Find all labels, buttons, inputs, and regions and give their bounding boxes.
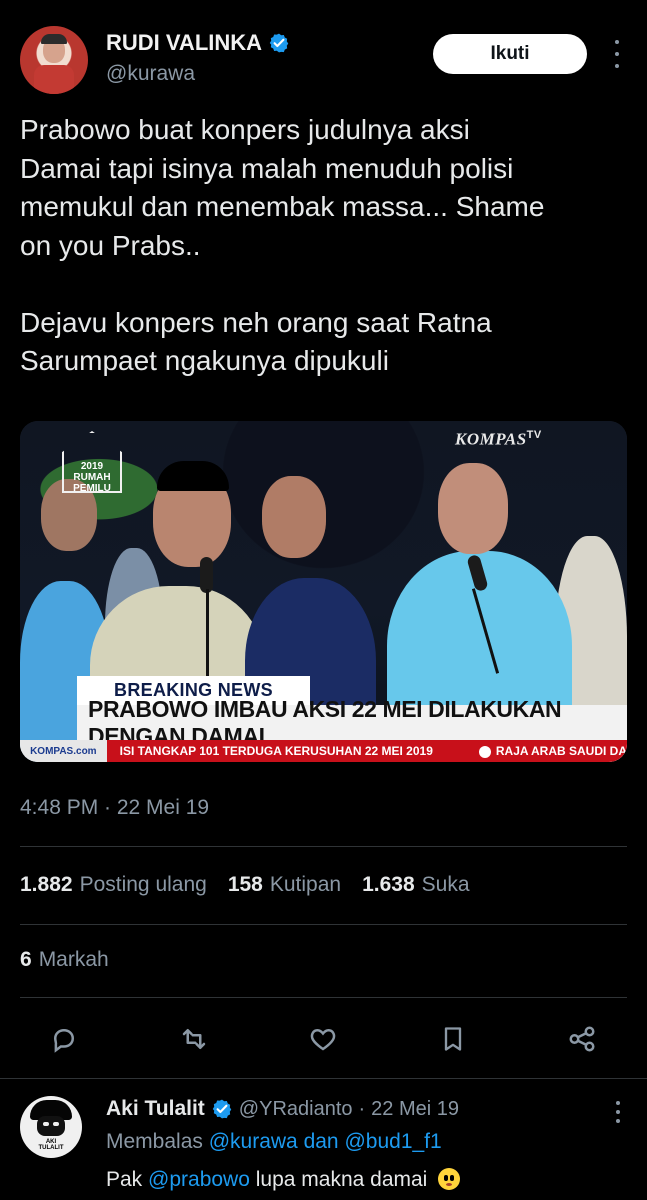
reply-author-name[interactable]: Aki Tulalit: [106, 1097, 205, 1121]
reply-text: Pak @prabowo lupa makna damai: [106, 1168, 461, 1192]
divider: [0, 1078, 647, 1079]
retweet-icon[interactable]: [177, 1022, 211, 1056]
avatar-text-line2: TULALIT: [38, 1145, 64, 1151]
avatar-head: [37, 1116, 65, 1136]
reply-header: Aki Tulalit @YRadianto · 22 Mei 19: [106, 1097, 459, 1121]
avatar-eye: [43, 1122, 49, 1126]
tweet-text: Prabowo buat konpers judulnya aksi Damai…: [20, 114, 545, 376]
divider: [20, 997, 627, 998]
reply-more-icon[interactable]: [608, 1101, 628, 1123]
avatar-eye: [53, 1122, 59, 1126]
replying-connector: dan: [303, 1130, 339, 1153]
reply-author-handle[interactable]: @YRadianto: [239, 1098, 353, 1121]
tweet-actions: [47, 1022, 607, 1058]
reply-text-suffix: lupa makna damai: [255, 1168, 428, 1191]
reply-separator: ·: [358, 1097, 366, 1120]
tweet-media-image[interactable]: 2019 RUMAH PEMILU KOMPASTV BREAKING NEWS…: [20, 421, 627, 762]
avatar-shirt: [34, 65, 74, 94]
person-head: [262, 476, 326, 558]
reply-date[interactable]: 22 Mei 19: [371, 1098, 459, 1121]
divider: [20, 846, 627, 847]
ticker-content: ISI TANGKAP 101 TERDUGA KERUSUHAN 22 MEI…: [106, 740, 627, 762]
follow-button[interactable]: Ikuti: [433, 34, 587, 74]
more-options-icon[interactable]: [606, 40, 628, 68]
more-dot: [616, 1119, 620, 1123]
author-name-line: RUDI VALINKA: [106, 30, 290, 56]
ticker-text-1: ISI TANGKAP 101 TERDUGA KERUSUHAN 22 MEI…: [119, 744, 433, 758]
reply-tweet[interactable]: AKI TULALIT Aki Tulalit @YRadianto · 22 …: [0, 1080, 647, 1200]
author-name[interactable]: RUDI VALINKA: [106, 30, 262, 56]
news-headline: PRABOWO IMBAU AKSI 22 MEI DILAKUKAN DENG…: [77, 696, 627, 749]
verified-badge-icon: [211, 1098, 233, 1120]
replying-user-1[interactable]: @kurawa: [209, 1130, 298, 1153]
more-dot: [615, 40, 619, 44]
verified-badge-icon: [268, 32, 290, 54]
bookmark-count[interactable]: 6 Markah: [20, 948, 109, 972]
more-dot: [615, 64, 619, 68]
microphone-icon: [200, 557, 213, 593]
replying-user-2[interactable]: @bud1_f1: [344, 1130, 441, 1153]
like-count[interactable]: 1.638 Suka: [362, 873, 469, 897]
reply-text-prefix: Pak: [106, 1168, 143, 1191]
divider: [20, 924, 627, 925]
quote-count[interactable]: 158 Kutipan: [228, 873, 341, 897]
kompas-superscript: TV: [526, 429, 542, 441]
ticker-dot-icon: [478, 745, 491, 758]
author-handle[interactable]: @kurawa: [106, 62, 195, 86]
more-dot: [615, 52, 619, 56]
reply-text-mention[interactable]: @prabowo: [148, 1168, 250, 1191]
bookmark-count-value: 6: [20, 948, 32, 971]
bookmark-count-label: Markah: [38, 948, 109, 971]
flushed-face-emoji-icon: [438, 1168, 461, 1190]
retweet-count-label: Posting ulang: [79, 873, 207, 896]
ticker-item-2: RAJA ARAB SAUDI DA: [478, 744, 627, 758]
kompas-brand: KOMPAS: [455, 429, 527, 449]
news-ticker: KOMPAS.com ISI TANGKAP 101 TERDUGA KERUS…: [20, 740, 627, 762]
retweet-count[interactable]: 1.882 Posting ulang: [20, 873, 207, 897]
retweet-count-value: 1.882: [20, 873, 73, 896]
logo-line1: RUMAH: [73, 472, 111, 483]
replying-prefix: Membalas: [106, 1130, 203, 1153]
avatar-cap: [41, 34, 67, 44]
person-cap: [157, 461, 229, 491]
ticker-left-brand: KOMPAS.com: [20, 740, 107, 762]
quote-count-label: Kutipan: [269, 873, 342, 896]
more-dot: [616, 1110, 620, 1114]
kompas-tv-logo: KOMPASTV: [455, 429, 542, 450]
tweet-timestamp[interactable]: 4:48 PM · 22 Mei 19: [20, 796, 209, 820]
logo-line2: PEMILU: [73, 483, 111, 494]
ticker-text-2: RAJA ARAB SAUDI DA: [495, 744, 627, 758]
microphone-stand: [206, 589, 209, 677]
logo-year: 2019: [80, 461, 104, 472]
author-avatar[interactable]: [20, 26, 88, 94]
more-dot: [616, 1101, 620, 1105]
like-icon[interactable]: [306, 1022, 340, 1056]
reply-avatar[interactable]: AKI TULALIT: [20, 1096, 82, 1158]
replying-to: Membalas @kurawa dan @bud1_f1: [106, 1130, 442, 1154]
bookmark-icon[interactable]: [436, 1022, 470, 1056]
like-count-value: 1.638: [362, 873, 415, 896]
reply-icon[interactable]: [47, 1022, 81, 1056]
avatar-text: AKI TULALIT: [32, 1139, 70, 1151]
share-icon[interactable]: [565, 1022, 599, 1056]
like-count-label: Suka: [421, 873, 470, 896]
tweet-stats: 1.882 Posting ulang 158 Kutipan 1.638 Suka: [20, 873, 491, 897]
person-head: [438, 463, 508, 554]
quote-count-value: 158: [227, 873, 263, 896]
